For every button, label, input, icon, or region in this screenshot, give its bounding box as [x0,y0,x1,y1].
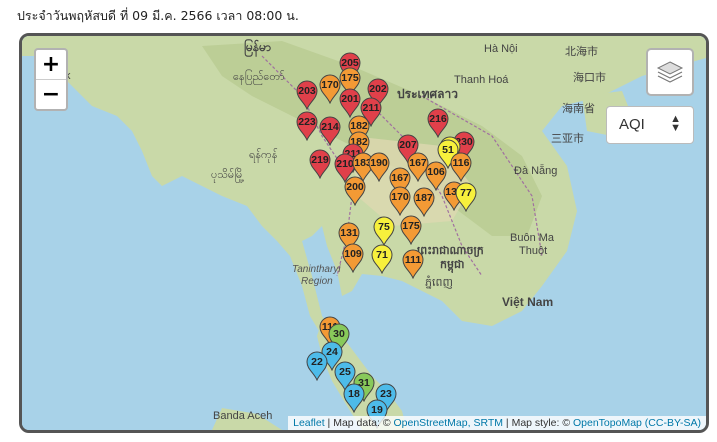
place-label: Tanintharyi [292,264,341,275]
pollutant-select[interactable]: AQI ▲ ▼ [606,106,694,144]
aqi-marker[interactable]: 111 [401,249,425,279]
aqi-value: 131 [340,227,358,239]
aqi-value: 75 [378,221,390,233]
aqi-value: 22 [311,356,323,368]
aqi-marker[interactable]: 200 [343,176,367,206]
attribution-text: | Map style: © [503,417,573,429]
place-label: Buôn Ma [510,232,555,244]
map-basemap[interactable] [22,36,706,430]
aqi-marker[interactable]: 116 [449,152,473,182]
aqi-value: 202 [369,83,387,95]
aqi-value: 77 [460,187,472,199]
aqi-value: 18 [348,388,360,400]
aqi-marker[interactable]: 18 [342,383,366,413]
zoom-out-button[interactable]: − [36,79,66,109]
place-label: 海口市 [573,72,606,84]
aqi-marker[interactable]: 219 [308,149,332,179]
place-label: ភ្នំពេញ [425,277,453,289]
aqi-value: 109 [344,248,362,260]
layers-icon [656,61,684,83]
aqi-marker[interactable]: 203 [295,80,319,110]
place-label: Hà Nội [484,43,518,55]
place-label: ပုသိမ်မြို့ [211,169,245,181]
place-label: Thanh Hoá [454,74,509,86]
opentopomap-link[interactable]: OpenTopoMap (CC-BY-SA) [573,417,701,429]
aqi-marker[interactable]: 22 [305,351,329,381]
place-label: ရန်ကုန် [249,149,278,161]
aqi-value: 71 [376,249,388,261]
aqi-value: 187 [415,192,433,204]
place-label: နေပြည်တော် [233,71,285,83]
aqi-marker[interactable]: 71 [370,244,394,274]
aqi-marker[interactable]: 170 [388,186,412,216]
place-label: 北海市 [565,46,598,58]
aqi-value: 207 [399,139,417,151]
attribution-text: | Map data: © [324,417,394,429]
place-label: 海南省 [562,103,595,115]
aqi-value: 175 [402,220,420,232]
place-label: Region [301,276,333,287]
place-label: 三亚市 [551,133,584,145]
zoom-control: + − [34,48,68,111]
aqi-value: 116 [452,157,470,169]
map-attribution: Leaflet | Map data: © OpenStreetMap, SRT… [288,416,706,430]
aqi-marker[interactable]: 187 [412,187,436,217]
place-label: မြန်မာ [244,40,271,54]
aqi-marker[interactable]: 109 [341,243,365,273]
layers-button[interactable] [646,48,694,96]
place-label: Việt Nam [502,295,554,309]
aqi-value: 219 [311,154,329,166]
aqi-value: 214 [321,121,339,133]
aqi-marker[interactable]: 75 [372,216,396,246]
aqi-value: 223 [298,116,316,128]
aqi-marker[interactable]: 223 [295,111,319,141]
aqi-map[interactable]: မြန်မာ Hà Nội 北海市 Thanh Hoá 海口市 海南省 ประเ… [19,33,709,433]
aqi-marker[interactable]: 214 [318,116,342,146]
aqi-value: 106 [427,166,445,178]
place-label: ประเทศลาว [397,87,458,101]
aqi-value: 111 [404,254,422,266]
aqi-value: 30 [333,328,345,340]
place-label: Banda Aceh [213,410,273,422]
osm-link[interactable]: OpenStreetMap, SRTM [393,417,503,429]
aqi-value: 19 [371,404,383,416]
leaflet-link[interactable]: Leaflet [293,417,325,429]
page-caption: ประจำวันพฤหัสบดี ที่ 09 มี.ค. 2566 เวลา … [17,8,299,23]
zoom-in-button[interactable]: + [36,50,66,79]
aqi-value: 200 [346,181,364,193]
chevron-updown-icon: ▲ ▼ [670,113,681,134]
aqi-value: 211 [362,102,380,114]
aqi-value: 216 [429,113,447,125]
aqi-value: 167 [391,172,409,184]
aqi-value: 203 [298,85,316,97]
pollutant-select-value: AQI [619,116,645,133]
place-label: កម្ពុជា [440,259,465,271]
aqi-marker[interactable]: 216 [426,108,450,138]
aqi-marker[interactable]: 175 [399,215,423,245]
aqi-marker[interactable]: 77 [454,182,478,212]
place-label: Thuột [519,245,548,257]
place-label: Đà Nẵng [514,165,558,177]
aqi-value: 170 [391,191,409,203]
